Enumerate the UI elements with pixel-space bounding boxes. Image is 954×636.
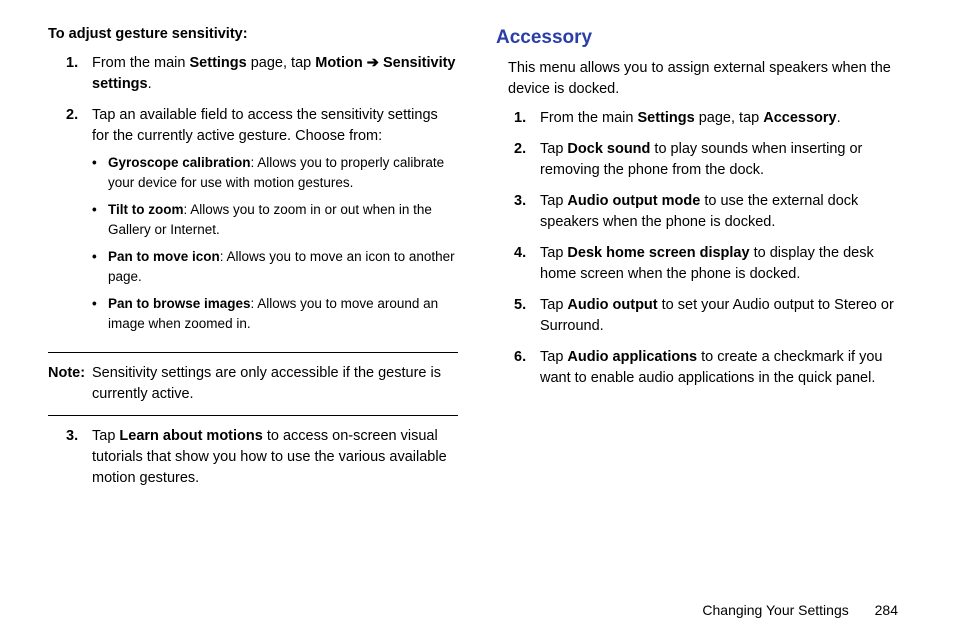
note-block: Note: Sensitivity settings are only acce… xyxy=(48,363,458,405)
step-number: 5. xyxy=(514,295,540,337)
step-number: 3. xyxy=(514,191,540,233)
acc-step-2: 2. Tap Dock sound to play sounds when in… xyxy=(514,139,906,181)
step-number: 1. xyxy=(514,108,540,129)
step-number: 4. xyxy=(514,243,540,285)
divider xyxy=(48,415,458,416)
step-number: 6. xyxy=(514,347,540,389)
accessory-intro: This menu allows you to assign external … xyxy=(496,58,906,100)
gesture-steps-1-2: 1. From the main Settings page, tap Moti… xyxy=(48,53,458,342)
left-column: To adjust gesture sensitivity: 1. From t… xyxy=(48,24,458,499)
bold: Accessory xyxy=(763,110,836,126)
bold: Audio output mode xyxy=(567,193,700,209)
bullet-text: Pan to browse images: Allows you to move… xyxy=(108,294,458,333)
step-text: Tap Audio output mode to use the externa… xyxy=(540,191,906,233)
acc-step-4: 4. Tap Desk home screen display to displ… xyxy=(514,243,906,285)
acc-step-6: 6. Tap Audio applications to create a ch… xyxy=(514,347,906,389)
content-columns: To adjust gesture sensitivity: 1. From t… xyxy=(48,24,906,499)
step-number: 2. xyxy=(66,105,92,342)
acc-step-3: 3. Tap Audio output mode to use the exte… xyxy=(514,191,906,233)
text: page, tap xyxy=(695,110,764,126)
text: Tap xyxy=(540,245,567,261)
bullet-pan-browse: • Pan to browse images: Allows you to mo… xyxy=(92,294,458,333)
text: From the main xyxy=(92,55,190,71)
text: Tap xyxy=(540,297,567,313)
text: . xyxy=(837,110,841,126)
bullet-gyroscope: • Gyroscope calibration: Allows you to p… xyxy=(92,153,458,192)
bullet-icon: • xyxy=(92,153,108,192)
accessory-steps: 1. From the main Settings page, tap Acce… xyxy=(496,108,906,389)
acc-step-1: 1. From the main Settings page, tap Acce… xyxy=(514,108,906,129)
step-text: Tap Learn about motions to access on-scr… xyxy=(92,426,458,489)
divider xyxy=(48,352,458,353)
text: From the main xyxy=(540,110,638,126)
footer-page-number: 284 xyxy=(875,602,898,618)
footer-chapter: Changing Your Settings xyxy=(702,602,848,618)
bullet-icon: • xyxy=(92,247,108,286)
acc-step-5: 5. Tap Audio output to set your Audio ou… xyxy=(514,295,906,337)
bullet-tilt: • Tilt to zoom: Allows you to zoom in or… xyxy=(92,200,458,239)
bold: Pan to browse images xyxy=(108,296,251,311)
step-text: Tap an available field to access the sen… xyxy=(92,105,458,342)
step-text: Tap Audio output to set your Audio outpu… xyxy=(540,295,906,337)
page-footer: Changing Your Settings 284 xyxy=(702,600,898,620)
text: page, tap xyxy=(247,55,316,71)
bullet-text: Gyroscope calibration: Allows you to pro… xyxy=(108,153,458,192)
text: Tap xyxy=(540,193,567,209)
text: Tap an available field to access the sen… xyxy=(92,107,438,144)
step-text: Tap Dock sound to play sounds when inser… xyxy=(540,139,906,181)
text: Tap xyxy=(92,428,119,444)
step-text: Tap Audio applications to create a check… xyxy=(540,347,906,389)
bullet-text: Pan to move icon: Allows you to move an … xyxy=(108,247,458,286)
bold: Desk home screen display xyxy=(567,245,749,261)
bullet-icon: • xyxy=(92,200,108,239)
arrow-right-icon: ➔ xyxy=(367,55,379,71)
step-text: Tap Desk home screen display to display … xyxy=(540,243,906,285)
bullet-text: Tilt to zoom: Allows you to zoom in or o… xyxy=(108,200,458,239)
bullet-pan-icon: • Pan to move icon: Allows you to move a… xyxy=(92,247,458,286)
bold: Settings xyxy=(190,55,247,71)
step-1: 1. From the main Settings page, tap Moti… xyxy=(66,53,458,95)
note-label: Note: xyxy=(48,363,90,405)
step-3: 3. Tap Learn about motions to access on-… xyxy=(66,426,458,489)
bullet-icon: • xyxy=(92,294,108,333)
step-text: From the main Settings page, tap Motion … xyxy=(92,53,458,95)
step-2-bullets: • Gyroscope calibration: Allows you to p… xyxy=(92,153,458,334)
text: Tap xyxy=(540,349,567,365)
note-text: Sensitivity settings are only accessible… xyxy=(90,363,458,405)
bold: Gyroscope calibration xyxy=(108,155,251,170)
step-number: 2. xyxy=(514,139,540,181)
bold: Settings xyxy=(638,110,695,126)
text: . xyxy=(148,76,152,92)
gesture-step-3: 3. Tap Learn about motions to access on-… xyxy=(48,426,458,489)
step-text: From the main Settings page, tap Accesso… xyxy=(540,108,906,129)
bold: Learn about motions xyxy=(119,428,262,444)
bold: Motion xyxy=(315,55,367,71)
bold: Tilt to zoom xyxy=(108,202,184,217)
bold: Audio applications xyxy=(567,349,697,365)
step-number: 1. xyxy=(66,53,92,95)
bold: Dock sound xyxy=(567,141,650,157)
step-2: 2. Tap an available field to access the … xyxy=(66,105,458,342)
right-column: Accessory This menu allows you to assign… xyxy=(496,24,906,499)
gesture-intro-title: To adjust gesture sensitivity: xyxy=(48,24,458,45)
bold: Audio output xyxy=(567,297,657,313)
accessory-heading: Accessory xyxy=(496,24,906,52)
text: Tap xyxy=(540,141,567,157)
bold: Pan to move icon xyxy=(108,249,220,264)
step-number: 3. xyxy=(66,426,92,489)
